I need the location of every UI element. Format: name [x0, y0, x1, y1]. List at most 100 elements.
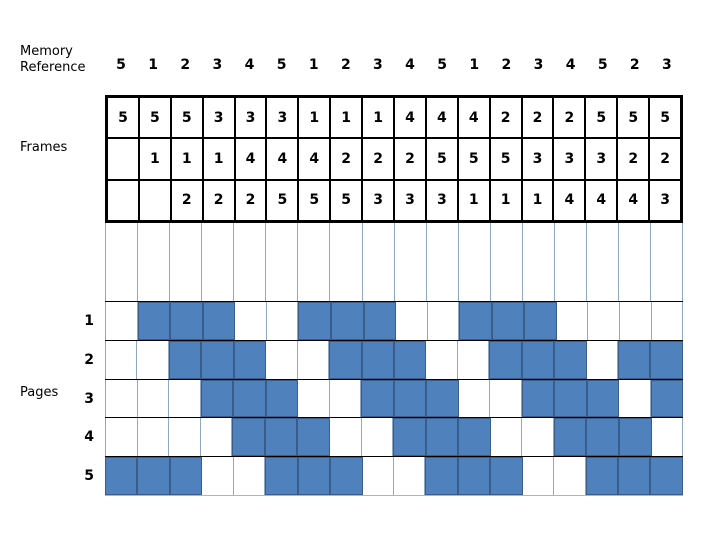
frames-cell: 3 [393, 180, 425, 220]
pages-cell-empty [394, 457, 426, 495]
pages-cell-empty [459, 379, 490, 418]
frames-table: 5553331114442225551114442225553332222255… [105, 95, 683, 223]
memory-reference-value: 4 [244, 57, 255, 73]
pages-row-label: 1 [84, 313, 94, 330]
pages-row-label: 2 [84, 351, 94, 368]
pages-cell-filled [586, 418, 619, 457]
pages-cell-empty [330, 418, 362, 457]
pages-cell-filled [458, 418, 491, 457]
pages-cell-empty [138, 418, 170, 457]
pages-cell-empty [201, 418, 233, 457]
pages-cell-empty [396, 302, 428, 340]
pages-cell-filled [585, 457, 618, 495]
frames-cell: 1 [201, 139, 234, 179]
frames-cell: 3 [552, 139, 585, 179]
pages-blank-cell [651, 223, 684, 301]
frames-cell: 2 [552, 98, 585, 138]
pages-cell-empty [458, 340, 490, 379]
frames-cell [108, 139, 138, 179]
pages-cell-filled [201, 340, 234, 379]
pages-cell-filled [490, 457, 523, 495]
frames-cell: 3 [520, 139, 553, 179]
pages-cell-filled [170, 302, 203, 340]
memory-reference-value: 3 [373, 57, 383, 73]
pages-cell-filled [618, 340, 651, 379]
frames-cell: 4 [424, 98, 457, 138]
pages-cell-filled [618, 457, 651, 495]
memory-reference-value: 2 [501, 57, 512, 73]
pages-cell-filled [521, 379, 554, 418]
pages-row [105, 379, 683, 419]
pages-cell-filled [554, 379, 587, 418]
frames-cell: 1 [456, 180, 489, 220]
memory-reference-value: 5 [116, 57, 126, 73]
frames-cell: 4 [393, 98, 425, 138]
memory-reference-value: 4 [405, 57, 415, 73]
frames-row: 555333111444222555 [108, 98, 681, 138]
pages-blank-cell [234, 223, 267, 301]
pages-blank-cell [523, 223, 555, 301]
pages-blank-cell [202, 223, 235, 301]
pages-cell-empty [426, 340, 458, 379]
pages-cell-filled [426, 379, 459, 418]
frames-cell: 5 [297, 180, 330, 220]
memory-reference-value: 1 [308, 57, 319, 73]
frames-cell [108, 180, 138, 220]
pages-cell-filled [619, 418, 652, 457]
pages-cell-empty [267, 302, 299, 340]
pages-cell-empty [202, 457, 234, 495]
memory-reference-value: 5 [437, 57, 448, 73]
pages-cell-empty [491, 418, 523, 457]
pages-cell-empty [522, 418, 554, 457]
pages-cell-filled [524, 302, 557, 340]
pages-row-label: 3 [84, 390, 94, 407]
pages-cell-empty [557, 302, 589, 340]
frames-row: 2225553331114443 [108, 178, 681, 220]
pages-cell-empty [362, 418, 394, 457]
frames-cell: 5 [456, 139, 489, 179]
frames-cell: 3 [361, 180, 394, 220]
pages-row [105, 340, 683, 380]
pages-cell-empty [266, 340, 298, 379]
pages-grid [105, 223, 684, 496]
pages-blank-cell [105, 223, 139, 301]
frames-cell: 2 [201, 180, 234, 220]
memory-reference-value: 5 [276, 57, 287, 73]
memory-reference-value: 1 [469, 57, 480, 73]
frames-cell: 1 [361, 98, 394, 138]
frames-cell: 2 [329, 139, 362, 179]
memory-reference-value: 1 [148, 57, 159, 73]
pages-cell-empty [619, 379, 651, 418]
pages-blank-cell [587, 223, 619, 301]
pages-cell-empty [330, 379, 361, 418]
frames-cell: 1 [329, 98, 362, 138]
frames-cell: 3 [201, 98, 234, 138]
frames-cell: 5 [108, 98, 138, 138]
pages-cell-empty [363, 457, 394, 495]
frames-cell: 2 [488, 98, 521, 138]
pages-cell-filled [200, 379, 233, 418]
pages-blank-cell [266, 223, 299, 301]
pages-cell-filled [137, 302, 171, 340]
frames-cell: 4 [456, 98, 489, 138]
pages-row-label: 4 [84, 429, 94, 446]
frames-cell: 3 [233, 98, 266, 138]
pages-cell-filled [393, 418, 426, 457]
memory-reference-value: 2 [629, 57, 640, 73]
pages-cell-empty [234, 457, 266, 495]
memory-reference-sequence: 5 1 2 3 4 5 1 2 3 4 5 1 2 3 4 5 2 3 [105, 50, 683, 80]
pages-cell-filled [393, 340, 427, 379]
pages-blank-cell [619, 223, 652, 301]
frames-cell [137, 180, 170, 220]
memory-reference-label: Memory Reference [20, 44, 86, 75]
pages-cell-empty [105, 379, 138, 418]
pages-cell-empty [169, 418, 201, 457]
frames-cell: 2 [361, 139, 394, 179]
pages-cell-filled [265, 379, 298, 418]
pages-cell-filled [425, 457, 458, 495]
frames-cell: 5 [329, 180, 362, 220]
frames-cell: 4 [584, 180, 617, 220]
frames-cell: 4 [297, 139, 330, 179]
pages-cell-empty [652, 302, 684, 340]
pages-cell-empty [490, 379, 522, 418]
